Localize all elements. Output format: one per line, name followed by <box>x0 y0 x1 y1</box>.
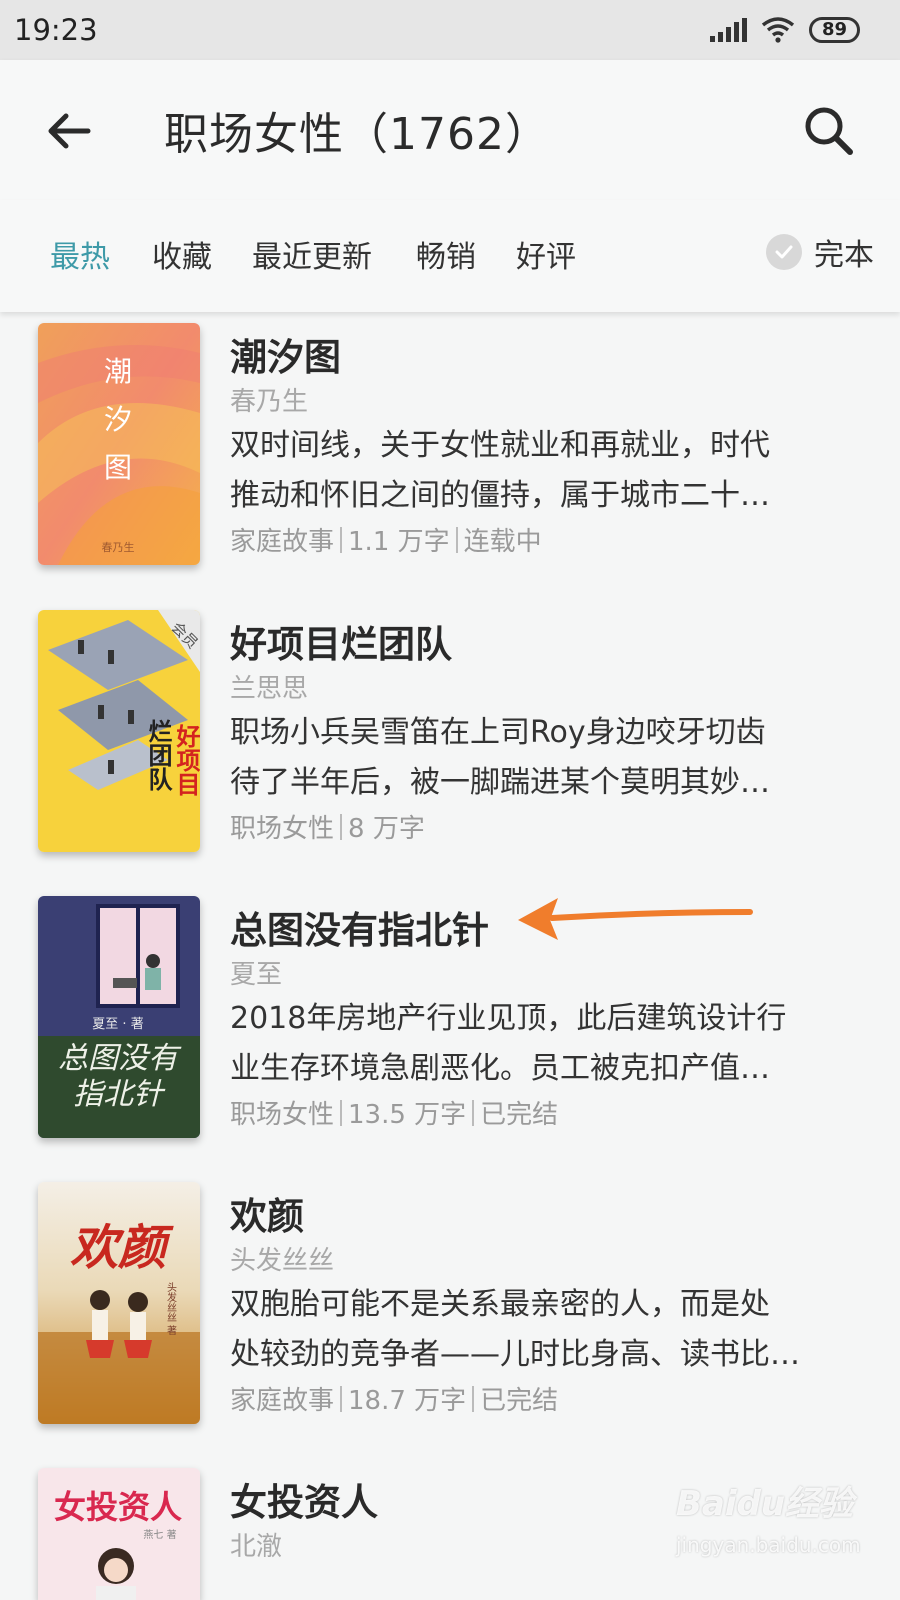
signal-icon <box>709 18 747 42</box>
book-meta: 职场女性 13.5 万字 已完结 <box>230 1094 558 1131</box>
book-description-line: 双胞胎可能不是关系最亲密的人，而是处 <box>230 1287 770 1322</box>
cover-title-char-2: 汐 <box>104 403 132 436</box>
book-title: 欢颜 <box>230 1195 304 1238</box>
book-genre: 职场女性 <box>230 814 335 844</box>
complete-label: 完本 <box>814 238 874 273</box>
book-description: 职场小兵吴雪笛在上司Roy身边咬牙切齿 待了半年后，被一脚踹进某个莫明其妙… <box>230 708 870 808</box>
book-description: 双胞胎可能不是关系最亲密的人，而是处 处较劲的竞争者——儿时比身高、读书比… <box>230 1280 870 1380</box>
book-word-count: 18.7 万字 <box>348 1386 467 1416</box>
book-genre: 家庭故事 <box>230 527 335 557</box>
back-arrow-icon[interactable] <box>44 106 94 156</box>
tab-top-rated[interactable]: 好评 <box>516 232 576 276</box>
book-cover: 潮 汐 图 春乃生 <box>38 323 200 565</box>
cover-title-char-1: 潮 <box>104 355 132 388</box>
cover-title-char-3: 图 <box>104 451 132 484</box>
tab-bestselling[interactable]: 畅销 <box>416 232 476 276</box>
book-word-count: 13.5 万字 <box>348 1100 467 1130</box>
page-title: 职场女性（1762） <box>164 109 550 160</box>
status-time: 19:23 <box>14 13 98 47</box>
book-description-line: 处较劲的竞争者——儿时比身高、读书比… <box>230 1337 800 1372</box>
book-title: 总图没有指北针 <box>230 909 489 952</box>
annotation-arrow-icon <box>518 898 753 940</box>
list-item[interactable]: 潮 汐 图 春乃生 潮汐图 春乃生 双时间线，关于女性就业和再就业，时代 推动和… <box>0 323 900 593</box>
cover-title-a: 好项目 <box>172 724 200 796</box>
book-description-line: 待了半年后，被一脚踹进某个莫明其妙… <box>230 765 770 800</box>
cover-title: 女投资人 <box>54 1488 182 1526</box>
list-item[interactable]: 夏至 · 著 总图没有 指北针 总图没有指北针 夏至 2018年房地产行业见顶，… <box>0 896 900 1166</box>
book-cover: 夏至 · 著 总图没有 指北针 <box>38 896 200 1138</box>
search-icon[interactable] <box>800 102 858 160</box>
book-title: 女投资人 <box>230 1481 378 1524</box>
book-description-line: 业生存环境急剧恶化。员工被克扣产值… <box>230 1051 770 1086</box>
cover-title: 欢颜 <box>70 1220 174 1276</box>
app-header: 职场女性（1762） <box>0 60 900 200</box>
book-description-line: 职场小兵吴雪笛在上司Roy身边咬牙切齿 <box>230 715 766 750</box>
book-meta: 家庭故事 1.1 万字 连载中 <box>230 521 542 558</box>
book-description: 2018年房地产行业见顶，此后建筑设计行 业生存环境急剧恶化。员工被克扣产值… <box>230 994 870 1094</box>
tab-hottest[interactable]: 最热 <box>50 232 110 276</box>
book-genre: 职场女性 <box>230 1100 335 1130</box>
book-status: 已完结 <box>480 1386 559 1416</box>
book-author: 春乃生 <box>230 387 309 417</box>
tab-recently-updated[interactable]: 最近更新 <box>252 232 372 276</box>
book-status: 连载中 <box>463 527 542 557</box>
list-item[interactable]: 欢颜 头发丝丝 著 欢颜 头发丝丝 双胞胎可能不是关系最亲密的人，而是处 处较劲… <box>0 1182 900 1452</box>
book-cover: 会员 好项目 烂团队 <box>38 610 200 852</box>
tab-favorites[interactable]: 收藏 <box>152 232 212 276</box>
book-description-line: 2018年房地产行业见顶，此后建筑设计行 <box>230 1001 787 1036</box>
book-cover: 欢颜 头发丝丝 著 <box>38 1182 200 1424</box>
cover-title-b: 指北针 <box>73 1077 166 1112</box>
book-author: 兰思思 <box>230 674 309 704</box>
cover-author: 夏至 · 著 <box>92 1017 143 1032</box>
check-icon <box>766 234 802 270</box>
book-author: 夏至 <box>230 960 283 990</box>
cover-title-a: 总图没有 <box>58 1041 182 1076</box>
book-word-count: 1.1 万字 <box>348 527 450 557</box>
book-description-line: 双时间线，关于女性就业和再就业，时代 <box>230 428 770 463</box>
book-description: 双时间线，关于女性就业和再就业，时代 推动和怀旧之间的僵持，属于城市二十… <box>230 421 870 521</box>
book-title: 好项目烂团队 <box>230 623 452 666</box>
book-genre: 家庭故事 <box>230 1386 335 1416</box>
watermark: Baidu经验 jingyan.baidu.com <box>676 1476 886 1586</box>
list-item[interactable]: 会员 好项目 烂团队 好项目烂团队 兰思思 职场小兵吴雪笛在上司Roy身边咬牙切… <box>0 610 900 880</box>
status-bar: 19:23 89 <box>0 0 900 60</box>
book-status: 已完结 <box>480 1100 559 1130</box>
book-author: 头发丝丝 <box>230 1246 335 1276</box>
status-icons: 89 <box>709 17 860 43</box>
filter-bar: 最热 收藏 最近更新 畅销 好评 完本 <box>0 200 900 312</box>
book-cover: 女投资人 燕七 著 <box>38 1468 200 1600</box>
book-title: 潮汐图 <box>230 336 341 379</box>
watermark-url: jingyan.baidu.com <box>676 1533 861 1557</box>
wifi-icon <box>761 17 795 43</box>
watermark-logo: Baidu经验 <box>676 1484 854 1524</box>
cover-author: 燕七 著 <box>143 1528 176 1541</box>
cover-author: 春乃生 <box>102 540 135 554</box>
book-meta: 家庭故事 18.7 万字 已完结 <box>230 1380 558 1417</box>
battery-icon: 89 <box>808 17 860 43</box>
book-description-line: 推动和怀旧之间的僵持，属于城市二十… <box>230 478 770 513</box>
book-meta: 职场女性 8 万字 <box>230 808 425 845</box>
complete-filter-toggle[interactable]: 完本 <box>766 230 874 274</box>
cover-title-b: 烂团队 <box>144 719 172 792</box>
book-word-count: 8 万字 <box>348 814 425 844</box>
cover-author: 头发丝丝 著 <box>165 1282 177 1335</box>
book-author: 北澈 <box>230 1532 283 1562</box>
